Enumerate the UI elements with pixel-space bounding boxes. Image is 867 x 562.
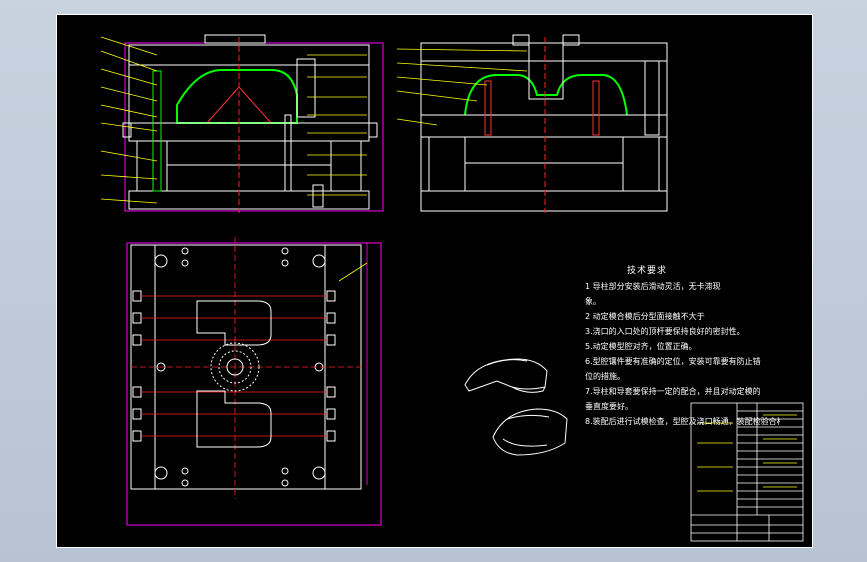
tech-note: 5.动定模型腔对齐，位置正确。 xyxy=(585,342,697,351)
main-section-view xyxy=(100,34,384,213)
tech-note: 1 导柱部分安装后滑动灵活，无卡滞现 xyxy=(585,282,721,291)
side-section-view xyxy=(396,34,668,213)
tech-note: 象。 xyxy=(585,297,601,306)
tech-note: 8.装配后进行试模检查，型腔及浇口畅通，装配检验合格。 xyxy=(585,417,780,426)
drawing-sheet[interactable]: 技术要求 1 导柱部分安装后滑动灵活，无卡滞现 象。 2 动定模合模后分型面接触… xyxy=(56,14,813,548)
part-isometric-view xyxy=(464,358,568,456)
cad-viewport[interactable]: 技术要求 1 导柱部分安装后滑动灵活，无卡滞现 象。 2 动定模合模后分型面接触… xyxy=(0,0,867,562)
tech-note: 垂直度要好。 xyxy=(585,402,633,411)
top-view xyxy=(126,237,382,526)
technical-requirements-title: 技术要求 xyxy=(627,266,668,276)
tech-note: 位的措施。 xyxy=(585,372,625,381)
technical-requirements-list: 1 导柱部分安装后滑动灵活，无卡滞现 象。 2 动定模合模后分型面接触不大于 3… xyxy=(585,279,780,429)
tech-note: 3.浇口的入口处的顶杆要保持良好的密封性。 xyxy=(585,327,745,336)
tech-note: 6.型腔镶件要有准确的定位，安装可靠要有防止错 xyxy=(585,357,761,366)
tech-note: 2 动定模合模后分型面接触不大于 xyxy=(585,312,705,321)
tech-note: 7.导柱和导套要保持一定的配合，并且对动定模的 xyxy=(585,387,761,396)
